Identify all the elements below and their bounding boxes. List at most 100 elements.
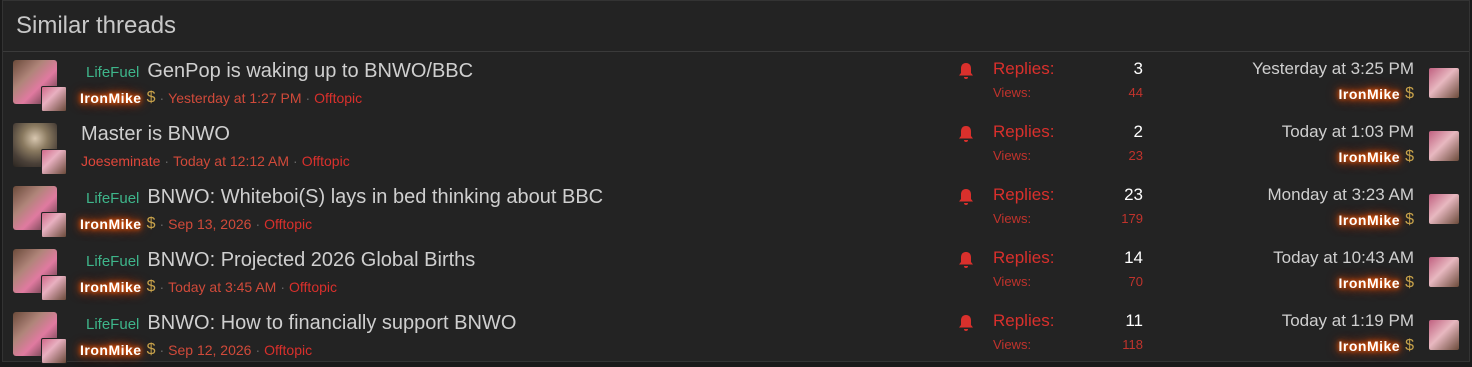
thread-prefix[interactable]: LifeFuel — [86, 253, 139, 270]
thread-prefix[interactable]: LifeFuel — [86, 316, 139, 333]
similar-threads-block: Similar threads LifeFuel GenPop is wakin… — [2, 0, 1470, 364]
forum-link[interactable]: Offtopic — [302, 153, 350, 169]
separator: · — [293, 153, 298, 169]
start-date-link[interactable]: Sep 13, 2026 — [168, 216, 251, 232]
views-count: 44 — [1128, 85, 1143, 100]
avatar[interactable] — [41, 212, 67, 238]
thread-title-link[interactable]: BNWO: How to financially support BNWO — [147, 312, 516, 335]
start-date-link[interactable]: Yesterday at 1:27 PM — [168, 90, 301, 106]
separator: · — [280, 279, 286, 295]
avatar[interactable] — [41, 338, 67, 364]
forum-link[interactable]: Offtopic — [289, 279, 337, 295]
thread-row: Master is BNWO Joeseminate · Today at 12… — [3, 115, 1469, 178]
avatar-group — [13, 123, 67, 175]
thread-row: LifeFuel BNWO: Whiteboi(S) lays in bed t… — [3, 178, 1469, 241]
thread-prefix[interactable]: LifeFuel — [86, 190, 139, 207]
bell-icon[interactable] — [958, 125, 974, 143]
thread-prefix[interactable]: LifeFuel — [86, 64, 139, 81]
dollar-icon: $ — [1405, 211, 1414, 228]
dollar-icon: $ — [1405, 337, 1414, 354]
author-link[interactable]: IronMike — [78, 279, 144, 295]
thread-row: LifeFuel BNWO: How to financially suppor… — [3, 304, 1469, 367]
views-count: 70 — [1128, 274, 1143, 289]
replies-label: Replies: — [993, 122, 1055, 141]
bell-icon[interactable] — [958, 62, 974, 80]
thread-row: LifeFuel GenPop is waking up to BNWO/BBC… — [3, 52, 1469, 115]
last-poster-link[interactable]: IronMike — [1337, 86, 1403, 102]
block-title: Similar threads — [3, 1, 1469, 52]
avatar[interactable] — [41, 149, 67, 175]
avatar-group — [13, 60, 67, 112]
replies-count: 2 — [1133, 122, 1143, 141]
separator: · — [159, 90, 165, 106]
avatar-group — [13, 249, 67, 301]
avatar-group — [13, 186, 67, 238]
views-label: Views: — [993, 148, 1032, 163]
start-date-link[interactable]: Today at 3:45 AM — [168, 279, 276, 295]
author-link[interactable]: IronMike — [78, 342, 144, 358]
bell-icon[interactable] — [958, 188, 974, 206]
thread-title-link[interactable]: GenPop is waking up to BNWO/BBC — [147, 60, 473, 83]
views-count: 23 — [1128, 148, 1143, 163]
last-post-date-link[interactable]: Today at 1:19 PM — [1282, 311, 1414, 335]
views-label: Views: — [993, 274, 1032, 289]
views-count: 118 — [1122, 337, 1143, 352]
last-poster-link[interactable]: IronMike — [1337, 338, 1403, 354]
last-post-date-link[interactable]: Today at 1:03 PM — [1282, 122, 1414, 146]
start-date-link[interactable]: Sep 12, 2026 — [168, 342, 251, 358]
author-link[interactable]: IronMike — [78, 90, 144, 106]
views-label: Views: — [993, 337, 1032, 352]
thread-title-link[interactable]: Master is BNWO — [81, 123, 230, 146]
dollar-icon: $ — [1405, 274, 1414, 291]
replies-count: 14 — [1124, 248, 1143, 267]
dollar-icon: $ — [146, 215, 156, 232]
dollar-icon: $ — [146, 89, 156, 106]
last-poster-avatar[interactable] — [1429, 257, 1459, 287]
thread-title-link[interactable]: BNWO: Whiteboi(S) lays in bed thinking a… — [147, 186, 603, 209]
bell-icon[interactable] — [958, 314, 974, 332]
last-poster-avatar[interactable] — [1429, 320, 1459, 350]
replies-label: Replies: — [993, 185, 1055, 204]
dollar-icon: $ — [146, 278, 156, 295]
last-poster-avatar[interactable] — [1429, 68, 1459, 98]
separator: · — [159, 279, 165, 295]
views-count: 179 — [1121, 211, 1143, 226]
last-post-date-link[interactable]: Yesterday at 3:25 PM — [1252, 59, 1414, 83]
last-post-date-link[interactable]: Monday at 3:23 AM — [1268, 185, 1414, 209]
bell-icon[interactable] — [958, 251, 974, 269]
separator: · — [164, 153, 170, 169]
dollar-icon: $ — [146, 341, 156, 358]
replies-label: Replies: — [993, 311, 1055, 330]
separator: · — [305, 90, 311, 106]
replies-label: Replies: — [993, 248, 1055, 267]
last-poster-link[interactable]: IronMike — [1337, 212, 1403, 228]
last-poster-link[interactable]: IronMike — [1337, 149, 1403, 165]
replies-count: 23 — [1124, 185, 1143, 204]
last-poster-avatar[interactable] — [1429, 131, 1459, 161]
separator: · — [159, 342, 165, 358]
author-link[interactable]: IronMike — [78, 216, 144, 232]
separator: · — [255, 216, 261, 232]
replies-label: Replies: — [993, 59, 1055, 78]
last-poster-avatar[interactable] — [1429, 194, 1459, 224]
thread-title-link[interactable]: BNWO: Projected 2026 Global Births — [147, 249, 475, 272]
replies-count: 11 — [1125, 311, 1143, 330]
thread-row: LifeFuel BNWO: Projected 2026 Global Bir… — [3, 241, 1469, 304]
views-label: Views: — [993, 211, 1032, 226]
forum-link[interactable]: Offtopic — [264, 216, 312, 232]
forum-link[interactable]: Offtopic — [314, 90, 362, 106]
avatar-group — [13, 312, 67, 364]
last-post-date-link[interactable]: Today at 10:43 AM — [1273, 248, 1414, 272]
last-poster-link[interactable]: IronMike — [1337, 275, 1403, 291]
views-label: Views: — [993, 85, 1032, 100]
replies-count: 3 — [1133, 59, 1143, 78]
separator: · — [255, 342, 261, 358]
dollar-icon: $ — [1405, 85, 1414, 102]
avatar[interactable] — [41, 86, 67, 112]
separator: · — [159, 216, 165, 232]
forum-link[interactable]: Offtopic — [264, 342, 312, 358]
avatar[interactable] — [41, 275, 67, 301]
start-date-link[interactable]: Today at 12:12 AM — [173, 153, 289, 169]
author-link[interactable]: Joeseminate — [81, 153, 160, 169]
dollar-icon: $ — [1405, 148, 1414, 165]
